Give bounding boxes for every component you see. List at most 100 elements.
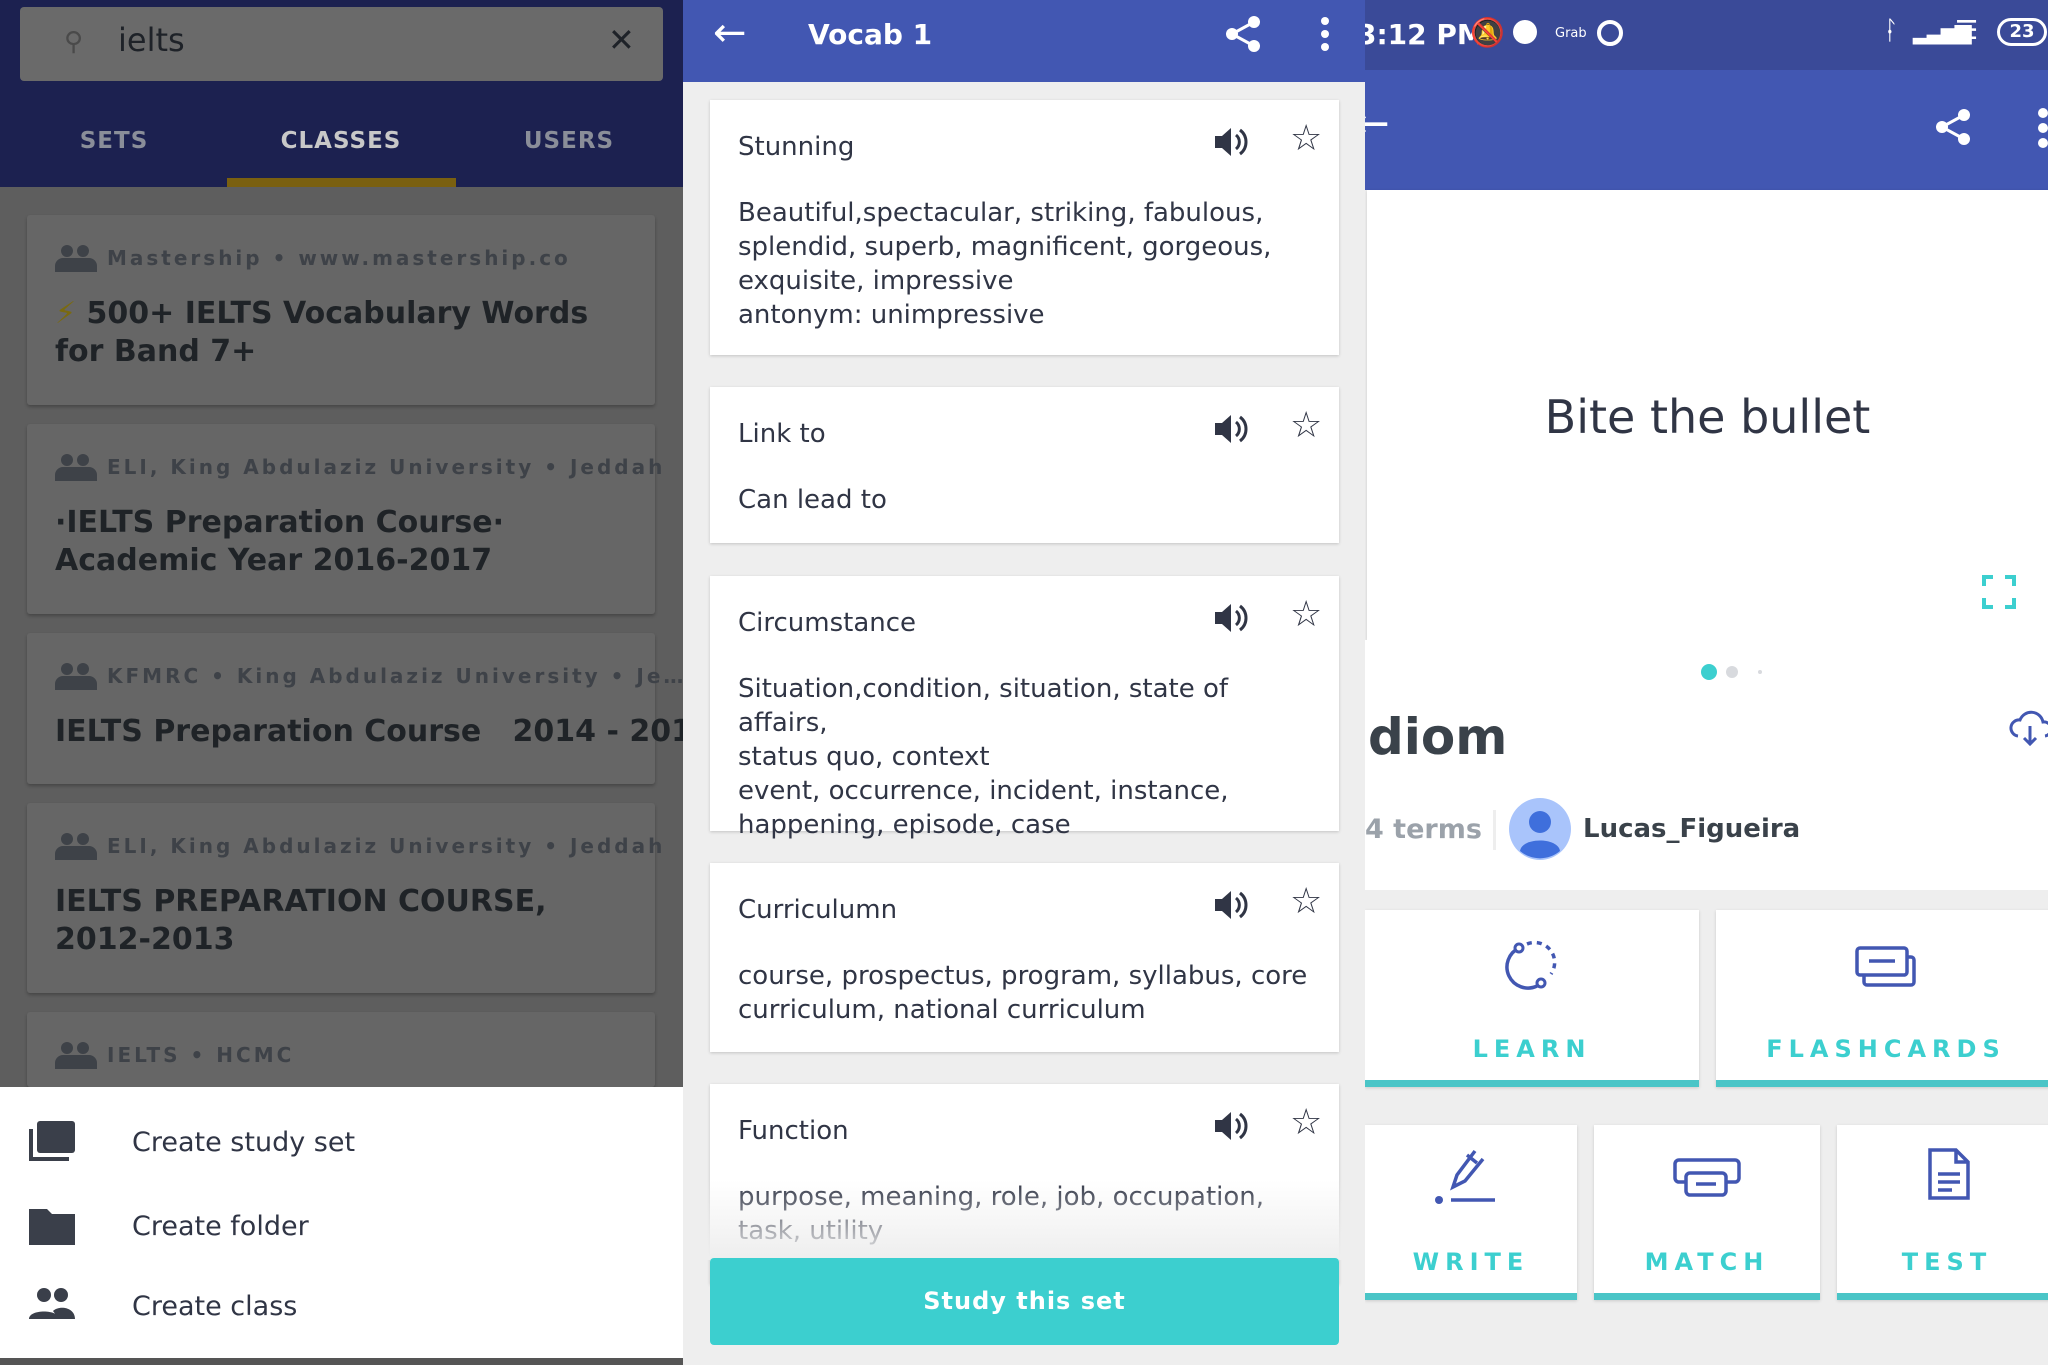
term-card[interactable]: Curriculumn ☆ course, prospectus, progra… (710, 863, 1339, 1052)
star-icon[interactable]: ☆ (1290, 594, 1322, 635)
class-result[interactable]: Mastership • www.mastership.co ⚡ 500+ IE… (27, 215, 655, 405)
class-meta: ELI, King Abdulaziz University • Jeddah (107, 834, 666, 858)
create-study-set-item[interactable]: Create study set (0, 1109, 683, 1179)
star-icon[interactable]: ☆ (1290, 118, 1322, 159)
carousel-dot[interactable] (1726, 666, 1738, 678)
mode-label: WRITE (1412, 1248, 1530, 1276)
learn-mode-button[interactable]: LEARN (1365, 910, 1699, 1087)
sheet-item-label: Create folder (132, 1211, 309, 1242)
definition-text: course, prospectus, program, syllabus, c… (738, 961, 1308, 1025)
tab-sets[interactable]: SETS (0, 128, 228, 154)
sheet-item-label: Create class (132, 1291, 298, 1322)
class-result[interactable]: ELI, King Abdulaziz University • Jeddah … (27, 424, 662, 614)
scroll-fade (683, 1180, 1365, 1260)
lightning-icon: ⚡ (55, 296, 77, 331)
set-info: diom 4 terms Lucas_Figueira (1365, 640, 2048, 890)
term-text: Curriculumn (738, 895, 898, 925)
tab-users[interactable]: USERS (455, 128, 683, 154)
class-meta: IELTS • HCMC (107, 1043, 295, 1067)
search-screen: ⚲ ielts ✕ SETS CLASSES USERS Mastership … (0, 0, 683, 1365)
speaker-icon[interactable] (1212, 887, 1248, 923)
term-text: Circumstance (738, 608, 917, 638)
term-text: Link to (738, 419, 826, 449)
mode-label: TEST (1901, 1248, 1993, 1276)
study-set-icon (29, 1121, 75, 1161)
star-icon[interactable]: ☆ (1290, 405, 1322, 446)
tab-indicator (227, 178, 456, 187)
class-meta: KFMRC • King Abdulaziz University • Je… (107, 664, 683, 688)
term-count: 4 terms (1365, 814, 1482, 845)
test-icon (1928, 1148, 1970, 1200)
flashcards-mode-button[interactable]: FLASHCARDS (1716, 910, 2048, 1087)
status-bar: 3:12 PM 🔕 Grab ᛛ ▂▃▅▆ ☰ 23 (1365, 0, 2048, 70)
term-text: Function (738, 1116, 849, 1146)
messenger-icon (1513, 20, 1537, 44)
wifi-icon: ☰ (1955, 16, 1979, 46)
test-mode-button[interactable]: TEST (1837, 1125, 2048, 1300)
class-result[interactable]: ELI, King Abdulaziz University • Jeddah … (27, 803, 662, 993)
set-title: Vocab 1 (808, 18, 933, 51)
people-icon (55, 833, 97, 860)
app-bar: ← (1365, 70, 2048, 190)
learn-icon (1505, 940, 1557, 990)
create-class-item[interactable]: Create class (0, 1273, 683, 1343)
star-icon[interactable]: ☆ (1290, 1102, 1322, 1143)
flashcard-preview[interactable]: Bite the bullet (1367, 190, 2048, 640)
class-meta: ELI, King Abdulaziz University • Jeddah (107, 455, 666, 479)
set-name: diom (1368, 708, 1508, 766)
match-mode-button[interactable]: MATCH (1594, 1125, 1820, 1300)
more-options-icon[interactable] (2037, 108, 2048, 148)
match-icon (1673, 1158, 1741, 1197)
class-icon (29, 1288, 75, 1319)
write-mode-button[interactable]: WRITE (1365, 1125, 1577, 1300)
term-card[interactable]: Circumstance ☆ Situation,condition, situ… (710, 576, 1339, 840)
app-notification-icon (1597, 20, 1623, 46)
app-bar: ← Vocab 1 (683, 0, 1365, 82)
back-arrow-icon[interactable]: ← (713, 10, 747, 56)
back-arrow-icon[interactable]: ← (1365, 98, 1390, 149)
more-options-icon[interactable] (1319, 16, 1331, 52)
create-folder-item[interactable]: Create folder (0, 1193, 683, 1263)
battery-indicator: 23 (1997, 18, 2047, 46)
term-text: Stunning (738, 132, 855, 162)
carousel-dot[interactable] (1758, 670, 1762, 674)
tab-classes[interactable]: CLASSES (227, 128, 455, 154)
download-icon[interactable] (2008, 710, 2048, 748)
divider (1493, 810, 1496, 850)
share-icon[interactable] (1933, 105, 1973, 149)
close-icon[interactable]: ✕ (608, 21, 635, 59)
term-card[interactable]: Stunning ☆ Beautiful,spectacular, striki… (710, 100, 1339, 355)
write-icon (1435, 1149, 1495, 1204)
flashcards-icon (1855, 946, 1916, 987)
bluetooth-icon: ᛛ (1883, 16, 1899, 46)
class-title: 500+ IELTS Vocabulary Words for Band 7+ (55, 296, 589, 369)
class-title: IELTS PREPARATION COURSE, 2012-2013 (55, 884, 547, 957)
search-query[interactable]: ielts (118, 21, 185, 59)
flashcard-term: Bite the bullet (1544, 390, 1871, 444)
speaker-icon[interactable] (1212, 124, 1248, 160)
search-input[interactable]: ⚲ ielts ✕ (20, 7, 663, 81)
definition-text: Beautiful,spectacular, striking, fabulou… (738, 198, 1272, 330)
share-icon[interactable] (1223, 14, 1263, 54)
speaker-icon[interactable] (1212, 600, 1248, 636)
people-icon (55, 663, 97, 690)
speaker-icon[interactable] (1212, 1108, 1248, 1144)
star-icon[interactable]: ☆ (1290, 881, 1322, 922)
definition-text: Situation,condition, situation, state of… (738, 674, 1229, 840)
search-icon: ⚲ (64, 27, 84, 57)
fullscreen-icon[interactable] (1982, 575, 2016, 609)
study-set-button[interactable]: Study this set (710, 1258, 1339, 1345)
grab-label: Grab (1555, 26, 1587, 41)
class-result[interactable]: KFMRC • King Abdulaziz University • Je… … (27, 633, 683, 784)
term-card[interactable]: Link to ☆ Can lead to (710, 387, 1339, 543)
class-result[interactable]: IELTS • HCMC (27, 1012, 655, 1087)
set-terms-screen: ← Vocab 1 Stunning ☆ Beautiful,spectacul… (683, 0, 1365, 1365)
set-overview-screen: 3:12 PM 🔕 Grab ᛛ ▂▃▅▆ ☰ 23 ← Bite the bu… (1365, 0, 2048, 1365)
people-icon (55, 245, 97, 272)
author-name[interactable]: Lucas_Figueira (1583, 814, 1800, 844)
definition-text: Can lead to (738, 485, 887, 515)
nav-bar-edge (0, 1358, 683, 1365)
avatar[interactable] (1509, 798, 1571, 860)
speaker-icon[interactable] (1212, 411, 1248, 447)
carousel-dot-active[interactable] (1701, 664, 1717, 680)
